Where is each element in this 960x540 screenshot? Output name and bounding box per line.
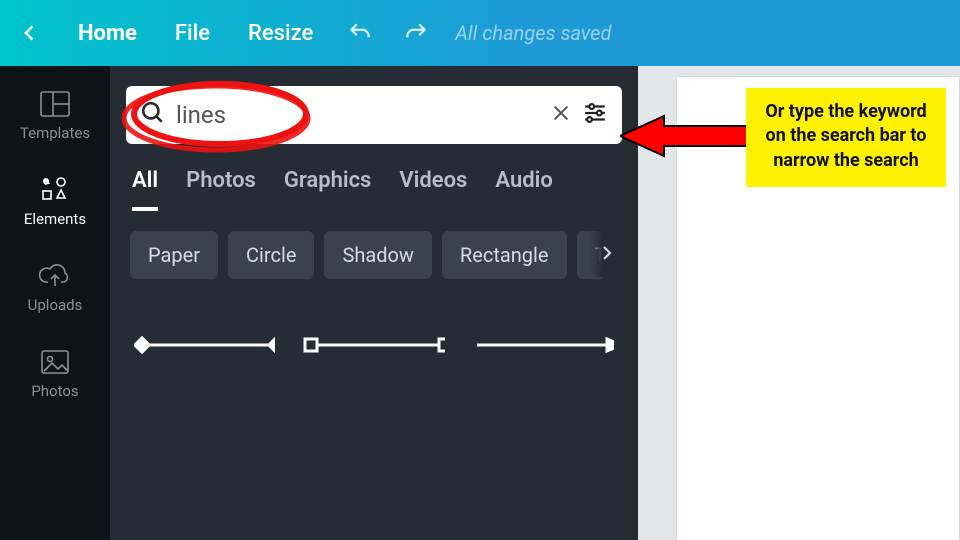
- elements-panel: All Photos Graphics Videos Audio Paper C…: [110, 66, 638, 540]
- rail-photos-label: Photos: [31, 382, 78, 400]
- rail-templates-label: Templates: [20, 124, 90, 142]
- redo-icon: [403, 20, 429, 46]
- templates-icon: [38, 90, 72, 118]
- annotation-arrow: [620, 114, 748, 158]
- back-button[interactable]: [6, 0, 54, 66]
- top-bar: Home File Resize All changes saved: [0, 0, 960, 66]
- rail-elements[interactable]: Elements: [0, 160, 110, 242]
- chevron-right-icon: [598, 244, 616, 262]
- suggestion-chips: Paper Circle Shadow Rectangle Ta: [126, 211, 622, 279]
- search-results: [126, 279, 622, 355]
- close-icon: [550, 102, 572, 124]
- clear-search-button[interactable]: [550, 102, 572, 128]
- chip-paper[interactable]: Paper: [130, 231, 218, 279]
- search-input[interactable]: [176, 101, 540, 129]
- rail-templates[interactable]: Templates: [0, 74, 110, 156]
- tab-graphics[interactable]: Graphics: [284, 168, 372, 211]
- chip-rectangle[interactable]: Rectangle: [442, 231, 567, 279]
- undo-icon: [347, 20, 373, 46]
- tab-all[interactable]: All: [132, 168, 158, 211]
- search-icon: [140, 100, 166, 130]
- left-rail: Templates Elements Uploads Photos: [0, 66, 110, 540]
- elements-icon: [38, 176, 72, 204]
- tab-photos[interactable]: Photos: [186, 168, 256, 211]
- line-element-diamond[interactable]: [134, 335, 275, 355]
- line-element-arrow[interactable]: [473, 335, 614, 355]
- uploads-icon: [38, 262, 72, 290]
- result-tabs: All Photos Graphics Videos Audio: [126, 144, 622, 211]
- file-menu[interactable]: File: [161, 0, 224, 66]
- annotation-note: Or type the keyword on the search bar to…: [746, 88, 946, 187]
- rail-photos[interactable]: Photos: [0, 332, 110, 414]
- redo-button[interactable]: [393, 0, 439, 66]
- chips-scroll-right[interactable]: [590, 229, 624, 277]
- rail-uploads[interactable]: Uploads: [0, 246, 110, 328]
- line-element-square[interactable]: [303, 335, 444, 355]
- photos-icon: [38, 348, 72, 376]
- home-button[interactable]: Home: [64, 0, 151, 66]
- search-wrap: [126, 86, 622, 144]
- undo-button[interactable]: [337, 0, 383, 66]
- chip-circle[interactable]: Circle: [228, 231, 314, 279]
- rail-elements-label: Elements: [24, 210, 86, 228]
- sliders-icon: [582, 100, 608, 126]
- chip-shadow[interactable]: Shadow: [324, 231, 431, 279]
- tab-audio[interactable]: Audio: [495, 168, 552, 211]
- rail-uploads-label: Uploads: [28, 296, 83, 314]
- search-filters-button[interactable]: [582, 100, 608, 130]
- resize-menu[interactable]: Resize: [234, 0, 327, 66]
- save-status: All changes saved: [455, 21, 611, 45]
- search-bar: [126, 86, 622, 144]
- chevron-left-icon: [20, 23, 40, 43]
- tab-videos[interactable]: Videos: [399, 168, 467, 211]
